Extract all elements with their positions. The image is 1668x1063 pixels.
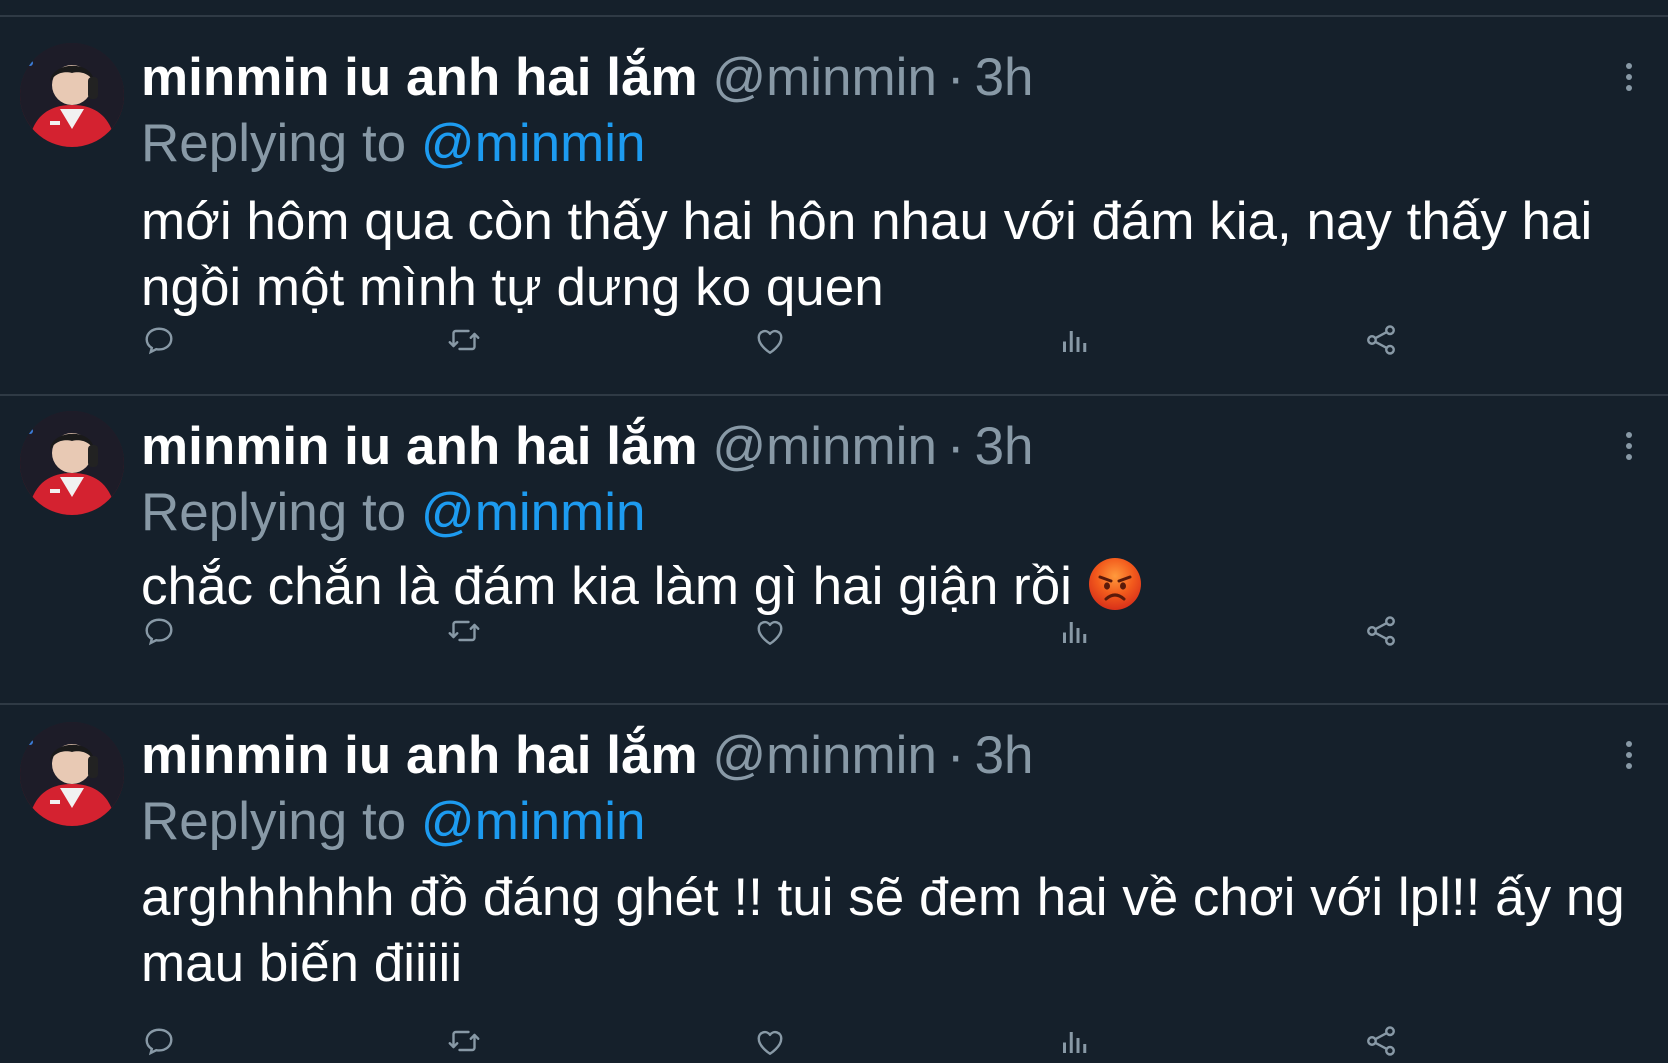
replying-to-handle[interactable]: @minmin <box>421 114 646 173</box>
replying-to: Replying to @minmin <box>141 791 646 853</box>
replying-to-label: Replying to <box>141 483 407 542</box>
user-handle[interactable]: @minmin <box>712 417 937 476</box>
views-icon[interactable] <box>1057 613 1093 649</box>
reply-icon[interactable] <box>141 322 177 358</box>
user-handle[interactable]: @minmin <box>712 48 937 107</box>
tweet[interactable]: minmin iu anh hai lắm @minmin · 3h Replyin… <box>0 705 1668 1056</box>
tweet-text: chắc chắn là đám kia làm gì hai giận rồi <box>141 554 1661 620</box>
like-icon[interactable] <box>752 322 788 358</box>
replying-to: Replying to @minmin <box>141 482 646 544</box>
more-icon[interactable] <box>1614 426 1644 466</box>
timestamp[interactable]: 3h <box>975 48 1034 107</box>
share-icon[interactable] <box>1363 322 1399 358</box>
avatar[interactable] <box>20 43 124 147</box>
tweet-text: arghhhhhh đồ đáng ghét !! tui sẽ đem hai… <box>141 868 1625 993</box>
retweet-icon[interactable] <box>446 322 482 358</box>
tweet-header: minmin iu anh hai lắm @minmin · 3h <box>141 725 1034 787</box>
replying-to: Replying to @minmin <box>141 113 646 175</box>
timestamp[interactable]: 3h <box>975 417 1034 476</box>
avatar[interactable] <box>20 411 124 515</box>
retweet-icon[interactable] <box>446 613 482 649</box>
views-icon[interactable] <box>1057 1023 1093 1059</box>
tweet-header: minmin iu anh hai lắm @minmin · 3h <box>141 416 1034 478</box>
display-name[interactable]: minmin iu anh hai lắm <box>141 48 698 107</box>
tweet-header: minmin iu anh hai lắm @minmin · 3h <box>141 47 1034 109</box>
replying-to-handle[interactable]: @minmin <box>421 483 646 542</box>
views-icon[interactable] <box>1057 322 1093 358</box>
share-icon[interactable] <box>1363 613 1399 649</box>
tweet-actions <box>141 613 1401 653</box>
like-icon[interactable] <box>752 1023 788 1059</box>
user-handle[interactable]: @minmin <box>712 726 937 785</box>
replying-to-label: Replying to <box>141 792 407 851</box>
reply-icon[interactable] <box>141 1023 177 1059</box>
tweet-text: mới hôm qua còn thấy hai hôn nhau với đá… <box>141 192 1593 317</box>
tweet-actions <box>141 1023 1401 1063</box>
display-name[interactable]: minmin iu anh hai lắm <box>141 417 698 476</box>
share-icon[interactable] <box>1363 1023 1399 1059</box>
retweet-icon[interactable] <box>446 1023 482 1059</box>
tweet-actions <box>141 322 1401 362</box>
timestamp[interactable]: 3h <box>975 726 1034 785</box>
tweet[interactable]: minmin iu anh hai lắm @minmin · 3h Replyin… <box>0 17 1668 394</box>
more-icon[interactable] <box>1614 57 1644 97</box>
reply-icon[interactable] <box>141 613 177 649</box>
separator-dot: · <box>946 726 965 785</box>
display-name[interactable]: minmin iu anh hai lắm <box>141 726 698 785</box>
tweet[interactable]: minmin iu anh hai lắm @minmin · 3h Replyin… <box>0 396 1668 703</box>
replying-to-handle[interactable]: @minmin <box>421 792 646 851</box>
avatar[interactable] <box>20 722 124 826</box>
like-icon[interactable] <box>752 613 788 649</box>
separator-dot: · <box>946 48 965 107</box>
separator-dot: · <box>946 417 965 476</box>
angry-face-icon <box>1088 558 1141 610</box>
tweet-text-content: chắc chắn là đám kia làm gì hai giận rồi <box>141 557 1072 616</box>
more-icon[interactable] <box>1614 735 1644 775</box>
replying-to-label: Replying to <box>141 114 407 173</box>
